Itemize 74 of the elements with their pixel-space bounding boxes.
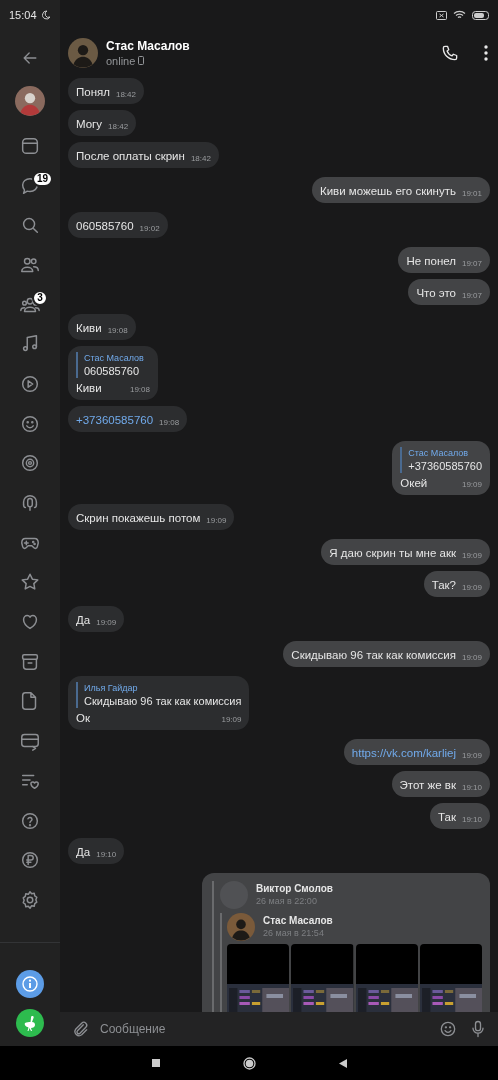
message-time: 19:10 bbox=[96, 849, 117, 861]
message-time: 18:42 bbox=[190, 153, 211, 165]
message-text: Не понел bbox=[406, 254, 456, 268]
message-text: Этот же вк bbox=[399, 778, 456, 792]
message-time: 19:02 bbox=[139, 223, 160, 235]
reply-quote: 060585760 bbox=[84, 364, 141, 378]
message-text: После оплаты скрин bbox=[76, 149, 185, 163]
message-time: 19:10 bbox=[461, 814, 482, 826]
avatar bbox=[68, 38, 98, 68]
message-time: 19:07 bbox=[461, 258, 482, 270]
message-time: 19:08 bbox=[107, 325, 128, 337]
reply-author[interactable]: Стас Масалов bbox=[84, 352, 150, 364]
message-text: 060585760 bbox=[76, 219, 134, 233]
wifi-icon bbox=[453, 10, 466, 20]
reply-quote: +37360585760 bbox=[408, 459, 482, 473]
app-button[interactable] bbox=[16, 1008, 44, 1037]
phone-device-icon bbox=[138, 56, 145, 65]
message-time: 19:08 bbox=[159, 417, 180, 429]
reply-quote: Скидываю 96 так как комиссия bbox=[84, 694, 242, 708]
message-link[interactable]: +37360585760 bbox=[76, 413, 154, 427]
message-time: 19:10 bbox=[461, 782, 482, 794]
smiley-icon[interactable] bbox=[438, 1019, 458, 1039]
sim-icon bbox=[436, 10, 447, 20]
profile-avatar[interactable] bbox=[15, 86, 45, 116]
info-button[interactable] bbox=[16, 969, 44, 998]
message-time: 19:09 bbox=[461, 750, 482, 762]
message-link[interactable]: https://vk.com/karliej bbox=[351, 746, 456, 760]
message-text: Окей bbox=[400, 476, 428, 491]
avatar bbox=[227, 913, 255, 941]
message-time: 18:42 bbox=[115, 89, 136, 101]
forward-author[interactable]: Стас Масалов bbox=[263, 914, 333, 927]
message-text: Да bbox=[76, 613, 91, 627]
contact-name[interactable]: Стас Масалов bbox=[106, 38, 434, 54]
message-text: Что это bbox=[416, 286, 456, 300]
message-time: 19:09 bbox=[221, 714, 242, 726]
online-status: online bbox=[106, 53, 136, 68]
home-icon[interactable] bbox=[242, 1056, 256, 1070]
recents-icon[interactable] bbox=[151, 1059, 160, 1067]
message-input[interactable]: Сообщение bbox=[100, 1015, 428, 1043]
message-text: Могу bbox=[76, 117, 103, 131]
message-time: 19:09 bbox=[96, 617, 117, 629]
message-text: Ок bbox=[76, 711, 90, 726]
message-composer[interactable]: Сообщение bbox=[60, 1012, 498, 1046]
message-text: Киви bbox=[76, 321, 102, 335]
message-time: 19:09 bbox=[461, 479, 482, 491]
message-time: 19:09 bbox=[461, 652, 482, 664]
message-text: Да bbox=[76, 845, 91, 859]
message-text: Скрин покажешь потом bbox=[76, 511, 201, 525]
message-time: 19:08 bbox=[129, 384, 150, 396]
info-icon bbox=[22, 975, 38, 992]
message-text: Скидываю 96 так как комиссия bbox=[291, 648, 456, 662]
message-time: 19:09 bbox=[461, 582, 482, 594]
message-time: 19:07 bbox=[461, 290, 482, 302]
message-time: 19:09 bbox=[461, 550, 482, 562]
message-text: Киви можешь его скинуть bbox=[319, 184, 456, 198]
message-time: 19:01 bbox=[461, 188, 482, 200]
message-text: Понял bbox=[76, 85, 110, 99]
message-text: Так? bbox=[431, 578, 456, 592]
more-icon[interactable] bbox=[484, 45, 488, 61]
message-text: Киви bbox=[76, 381, 102, 396]
message-time: 19:09 bbox=[206, 515, 227, 527]
message-time: 18:42 bbox=[108, 121, 129, 133]
battery-icon bbox=[472, 10, 490, 20]
badge-count: 19 bbox=[32, 170, 54, 187]
message-text: Так bbox=[438, 810, 456, 824]
call-icon[interactable] bbox=[440, 43, 460, 63]
reply-author[interactable]: Стас Масалов bbox=[408, 447, 482, 459]
forward-author[interactable]: Виктор Смолов bbox=[256, 882, 333, 895]
badge-count: 3 bbox=[32, 289, 48, 306]
message-text: Я даю скрин ты мне акк bbox=[329, 546, 456, 560]
back-icon[interactable] bbox=[338, 1058, 347, 1068]
clock-time: 15:04 bbox=[9, 8, 37, 23]
reply-author[interactable]: Илья Гайдар bbox=[84, 682, 242, 694]
moon-icon bbox=[40, 10, 51, 21]
